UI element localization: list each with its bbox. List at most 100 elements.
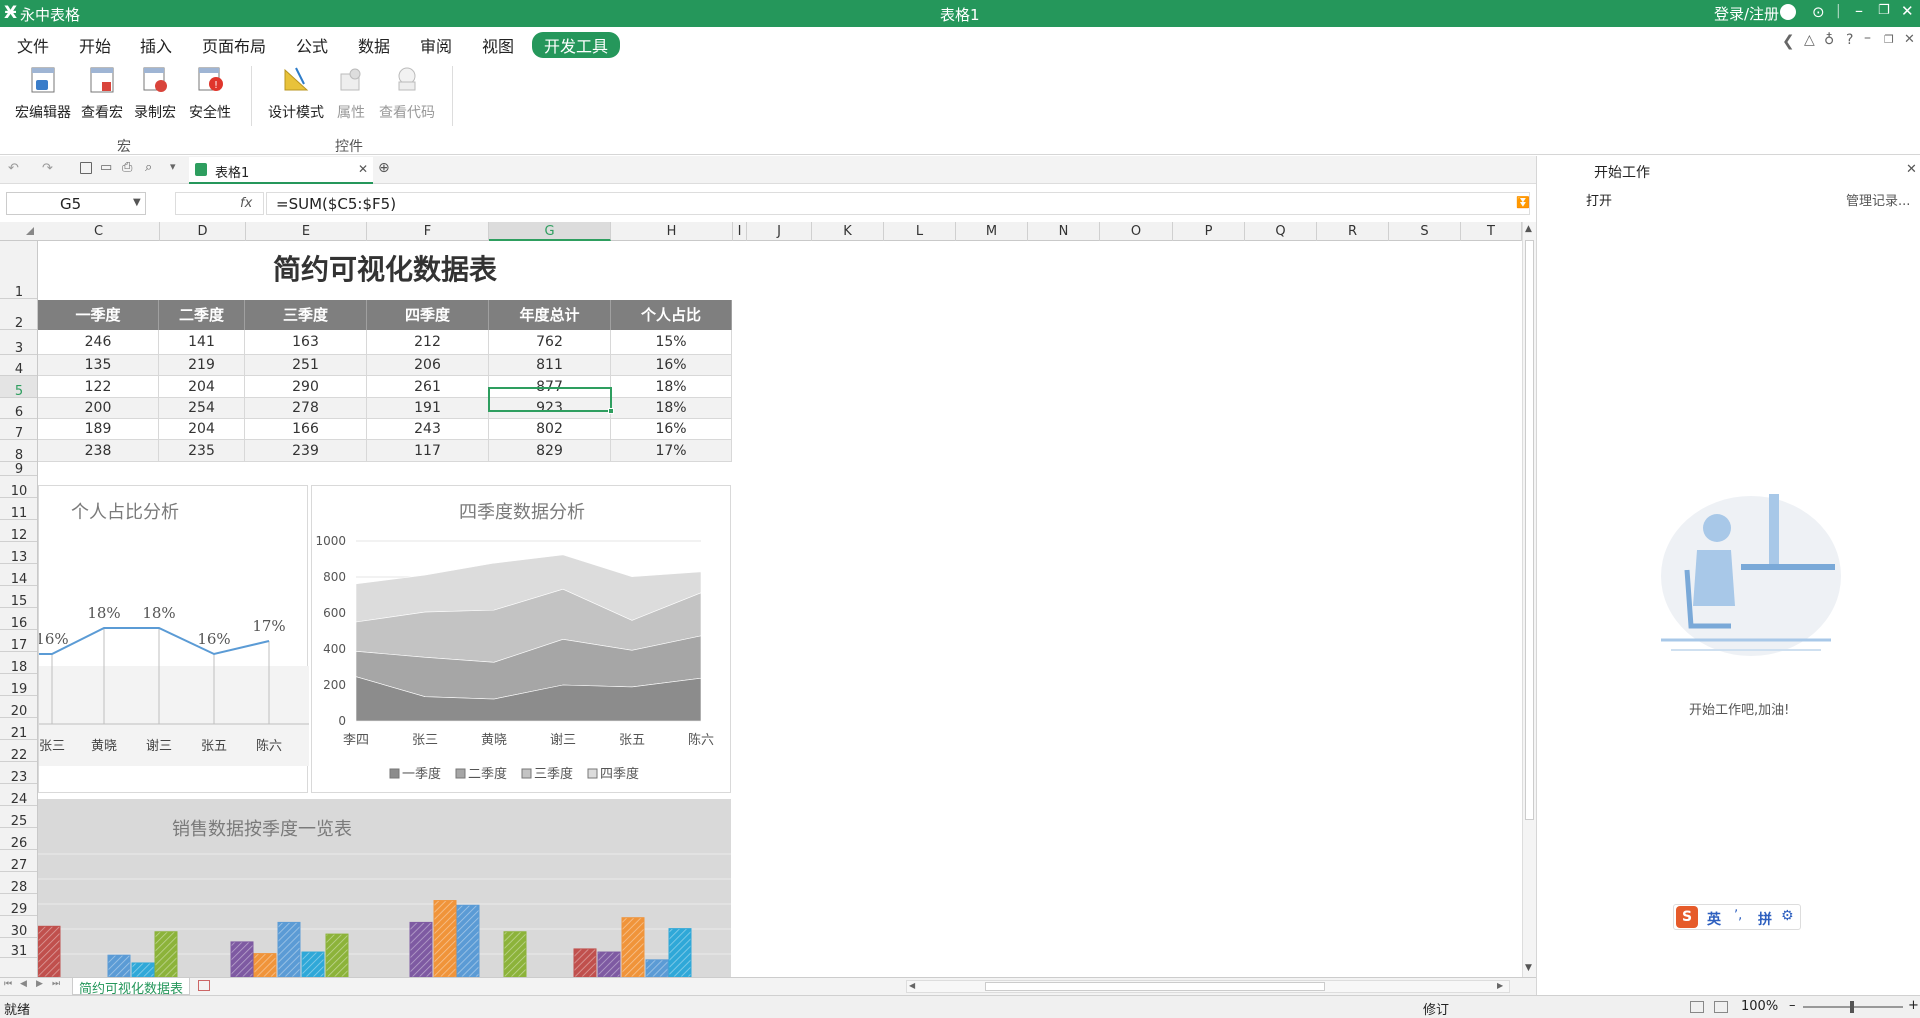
bar[interactable] [107, 954, 131, 977]
design-mode-button[interactable]: 设计模式 [268, 62, 324, 130]
header-share[interactable]: 个人占比 [611, 300, 732, 330]
help-icon[interactable]: ? [1846, 32, 1853, 48]
row-header[interactable]: 28 [0, 872, 37, 895]
row-header[interactable]: 30 [0, 916, 37, 939]
close-icon[interactable]: ✕ [1901, 2, 1914, 20]
minimize-icon[interactable]: – [1855, 1, 1863, 20]
doc-tab-close-icon[interactable]: ✕ [358, 162, 368, 176]
menu-file[interactable]: 文件 [17, 33, 49, 57]
table-cell[interactable]: 206 [367, 355, 489, 376]
row-header[interactable]: 17 [0, 630, 37, 653]
fill-handle[interactable] [608, 408, 614, 414]
row-header[interactable]: 24 [0, 784, 37, 807]
bar[interactable] [277, 921, 301, 977]
first-sheet-icon[interactable]: ⏮ [4, 979, 12, 989]
table-cell[interactable]: 239 [245, 440, 367, 462]
selected-cell-g5[interactable] [488, 387, 614, 414]
header-total[interactable]: 年度总计 [489, 300, 611, 330]
normal-view-icon[interactable] [1690, 1001, 1704, 1013]
menu-view[interactable]: 视图 [482, 33, 514, 57]
header-q4[interactable]: 四季度 [367, 300, 489, 330]
row-header[interactable]: 31 [0, 938, 37, 959]
row-header[interactable]: 9 [0, 462, 37, 477]
legend-label[interactable]: 三季度 [534, 766, 573, 782]
column-header[interactable]: P [1173, 222, 1245, 241]
column-header[interactable]: F [367, 222, 489, 241]
undo-icon[interactable]: ↶ [8, 161, 19, 176]
bar[interactable] [503, 931, 527, 977]
row-header[interactable]: 6 [0, 398, 37, 420]
print-icon[interactable]: ⎙ [122, 160, 132, 175]
redo-icon[interactable]: ↷ [42, 161, 53, 176]
horizontal-scrollbar[interactable]: ◀ ▶ [906, 980, 1510, 993]
header-q2[interactable]: 二季度 [159, 300, 245, 330]
row-header[interactable]: 12 [0, 520, 37, 543]
table-cell[interactable]: 802 [489, 419, 611, 440]
column-header[interactable]: G [489, 222, 611, 241]
doc-restore-icon[interactable]: ❐ [1884, 33, 1894, 46]
select-all-icon[interactable] [26, 227, 34, 235]
menu-formula[interactable]: 公式 [296, 33, 328, 57]
table-cell[interactable]: 191 [367, 398, 489, 419]
row-header[interactable]: 26 [0, 828, 37, 851]
skin-icon[interactable]: ♁ [1824, 32, 1834, 48]
legend-label[interactable]: 二季度 [468, 766, 507, 782]
column-header[interactable]: E [246, 222, 367, 241]
next-sheet-icon[interactable]: ▶ [36, 979, 43, 989]
name-box[interactable]: G5 ▼ [6, 192, 146, 215]
line-series[interactable] [39, 627, 270, 656]
fx-icon[interactable]: fx [240, 196, 252, 211]
table-cell[interactable]: 166 [245, 419, 367, 440]
table-cell[interactable]: 117 [367, 440, 489, 462]
column-header[interactable]: S [1389, 222, 1461, 241]
legend-label[interactable]: 一季度 [402, 766, 441, 782]
expand-formula-icon[interactable]: ⏬ [1516, 196, 1530, 209]
last-sheet-icon[interactable]: ⏭ [52, 979, 60, 989]
row-header[interactable]: 15 [0, 586, 37, 609]
user-icon[interactable] [1780, 4, 1796, 20]
nav-back-icon[interactable]: ❮ [1782, 32, 1795, 50]
table-cell[interactable]: 246 [38, 330, 159, 355]
column-header[interactable]: C [38, 222, 160, 241]
table-cell[interactable]: 16% [611, 355, 732, 376]
line-chart-personal-share[interactable]: 个人占比分析 16% 18% 18% 16% 17% 张三 黄晓 谢三 张五 陈六 [38, 485, 309, 793]
settings-icon[interactable]: ⊙ [1812, 3, 1825, 21]
table-cell[interactable]: 261 [367, 376, 489, 398]
row-header[interactable]: 8 [0, 440, 37, 463]
table-cell[interactable]: 204 [159, 419, 245, 440]
table-cell[interactable]: 829 [489, 440, 611, 462]
ime-punct-icon[interactable]: ʼ, [1734, 908, 1742, 923]
horizontal-scroll-thumb[interactable] [985, 982, 1325, 991]
prev-sheet-icon[interactable]: ◀ [20, 979, 27, 989]
row-header[interactable]: 29 [0, 894, 37, 917]
table-cell[interactable]: 122 [38, 376, 159, 398]
security-button[interactable]: ! 安全性 [182, 62, 238, 130]
menu-developer[interactable]: 开发工具 [532, 32, 621, 58]
open-link[interactable]: 打开 [1586, 190, 1612, 209]
table-cell[interactable]: 189 [38, 419, 159, 440]
table-cell[interactable]: 15% [611, 330, 732, 355]
menu-home[interactable]: 开始 [79, 33, 111, 57]
bar[interactable] [325, 933, 349, 977]
row-header[interactable]: 18 [0, 652, 37, 675]
row-header[interactable]: 22 [0, 740, 37, 763]
revise-toggle[interactable]: 修订 [1423, 999, 1449, 1018]
table-cell[interactable]: 212 [367, 330, 489, 355]
column-header[interactable]: N [1028, 222, 1100, 241]
row-header[interactable]: 1 [0, 241, 37, 300]
restore-icon[interactable]: ❐ [1878, 3, 1890, 18]
table-cell[interactable]: 200 [38, 398, 159, 419]
table-cell[interactable]: 238 [38, 440, 159, 462]
row-header[interactable]: 4 [0, 355, 37, 377]
bar[interactable] [253, 953, 277, 977]
bar[interactable] [230, 941, 254, 977]
formula-input[interactable]: =SUM($C5:$F5) ⏬ [266, 192, 1530, 215]
bar[interactable] [38, 925, 61, 977]
manage-records-link[interactable]: 管理记录... [1846, 190, 1910, 209]
zoom-slider-thumb[interactable] [1850, 1001, 1854, 1013]
bar[interactable] [131, 962, 155, 977]
view-code-button[interactable]: 查看代码 [379, 62, 435, 130]
sheet-tab[interactable]: 简约可视化数据表 [72, 978, 190, 997]
row-header[interactable]: 19 [0, 674, 37, 697]
customize-icon[interactable]: ▾ [170, 160, 176, 173]
